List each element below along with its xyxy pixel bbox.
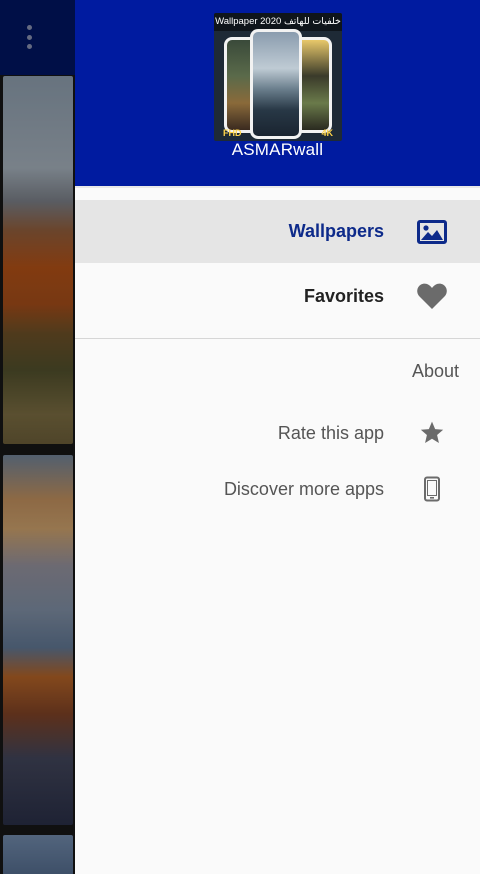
drawer-item-label: Favorites [303,285,384,306]
drawer-header: Wallpaper 2020 خلفيات للهاتف FHD 4K ASMA… [75,0,480,188]
drawer-item-label: Rate this app [277,422,384,443]
star-icon [384,407,480,459]
drawer-item-label: Wallpapers [288,221,384,241]
smartphone-icon [384,463,480,515]
drawer-divider [75,338,480,339]
logo-badge-fhd: FHD [223,128,242,138]
drawer-item-discover-apps[interactable]: Discover more apps [75,463,480,515]
section-title-about: About [411,361,459,381]
image-icon [384,200,480,263]
drawer-item-rate-app[interactable]: Rate this app [75,407,480,459]
drawer-item-favorites[interactable]: Favorites [75,264,480,328]
app-logo: Wallpaper 2020 خلفيات للهاتف FHD 4K [214,13,342,141]
heart-icon [384,264,480,328]
navigation-drawer: Wallpaper 2020 خلفيات للهاتف FHD 4K ASMA… [75,0,480,874]
drawer-item-wallpapers[interactable]: Wallpapers [75,200,480,263]
logo-badge-4k: 4K [321,128,333,138]
app-name: ASMARwall [231,140,324,159]
drawer-item-label: Discover more apps [223,478,384,499]
